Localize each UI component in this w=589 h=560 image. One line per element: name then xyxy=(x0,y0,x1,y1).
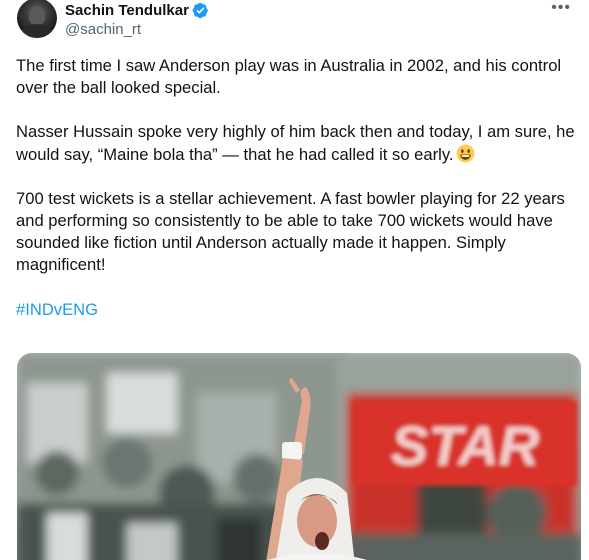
tweet-paragraph-2-text: Nasser Hussain spoke very highly of him … xyxy=(16,122,575,164)
more-options-icon[interactable]: ••• xyxy=(551,0,571,16)
verified-badge-icon xyxy=(192,2,208,18)
svg-text:STAR: STAR xyxy=(391,414,540,477)
author-display-name[interactable]: Sachin Tendulkar xyxy=(65,2,189,19)
tweet-paragraph-1: The first time I saw Anderson play was i… xyxy=(16,56,562,98)
tweet-media-photo[interactable]: STAR xyxy=(17,353,581,560)
avatar-shoulders xyxy=(21,24,53,38)
author-handle[interactable]: @sachin_rt xyxy=(65,21,141,38)
hashtag-link[interactable]: #INDvENG xyxy=(16,299,576,321)
avatar-face xyxy=(29,6,45,26)
author-avatar[interactable] xyxy=(17,0,57,38)
tweet-paragraph-2: Nasser Hussain spoke very highly of him … xyxy=(16,121,576,165)
sponsor-banner: STAR xyxy=(352,401,577,486)
tweet-card: Sachin Tendulkar @sachin_rt ••• The firs… xyxy=(0,0,589,560)
tweet-paragraph-3: 700 test wickets is a stellar achievemen… xyxy=(16,188,565,275)
grinning-face-emoji-icon xyxy=(456,144,474,163)
photo-illustration: STAR xyxy=(17,353,581,560)
tweet-text: The first time I saw Anderson play was i… xyxy=(16,55,576,343)
author-name-row: Sachin Tendulkar xyxy=(65,0,209,20)
